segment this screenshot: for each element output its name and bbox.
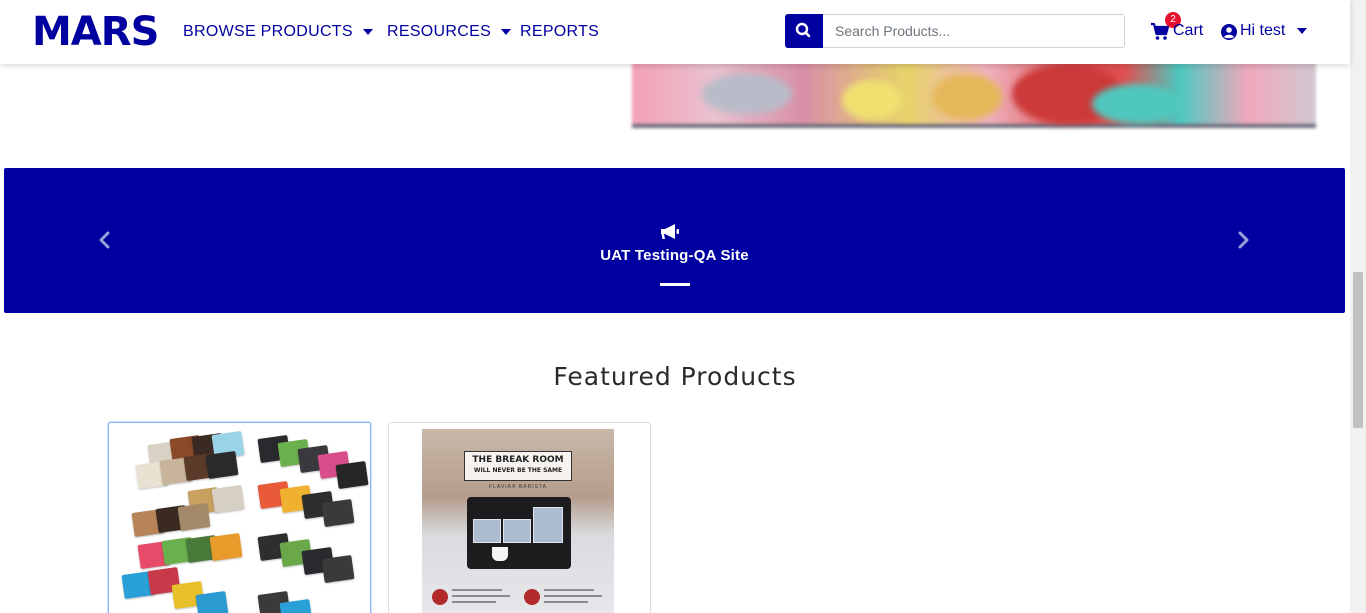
mars-logo[interactable]: MARS [32,12,159,52]
hero-image [632,64,1316,128]
chevron-down-icon [501,28,512,35]
scrollbar-thumb[interactable] [1353,272,1363,428]
page: MARS BROWSE PRODUCTS RESOURCES REPORTS 2 [0,0,1366,613]
nav-reports-label: REPORTS [520,23,600,40]
announcement-carousel: UAT Testing-QA Site [4,168,1345,313]
megaphone-icon [661,224,679,239]
page-scrollbar[interactable] [1350,0,1366,613]
featured-products-title: Featured Products [553,362,797,391]
search-button[interactable] [785,14,823,48]
product-card[interactable] [108,422,371,613]
user-greeting-text: Hi test [1240,22,1286,39]
break-room-poster-image: THE BREAK ROOM WILL NEVER BE THE SAME FL… [422,429,614,613]
chevron-down-icon [362,28,373,35]
search-icon [795,22,811,38]
poster-line-1: THE BREAK ROOM [472,455,564,465]
nav-resources[interactable]: RESOURCES [387,22,512,42]
carousel-indicator[interactable] [660,283,690,286]
chevron-down-icon [1297,27,1308,34]
nav-browse-products-label: BROWSE PRODUCTS [183,23,353,40]
nav-browse-products[interactable]: BROWSE PRODUCTS [183,22,373,42]
coffee-pack-assortment-image [109,423,370,613]
coffee-cup-icon [492,547,508,561]
top-navbar: MARS BROWSE PRODUCTS RESOURCES REPORTS 2 [0,0,1350,64]
coffee-feature-icon [432,589,448,605]
search-input[interactable] [823,14,1125,48]
poster-brand: FLAVIA® BARISTA [489,484,547,490]
tools-feature-icon [524,589,540,605]
hero-image-strip [0,64,1350,140]
product-card[interactable]: THE BREAK ROOM WILL NEVER BE THE SAME FL… [388,422,651,613]
nav-resources-label: RESOURCES [387,23,492,40]
poster-line-2: WILL NEVER BE THE SAME [473,467,563,474]
poster-headline: THE BREAK ROOM WILL NEVER BE THE SAME [464,451,572,481]
user-greeting: Hi test [1240,22,1308,40]
coffee-machine-illustration [467,497,571,569]
cart-label: Cart [1173,22,1204,39]
nav-reports[interactable]: REPORTS [520,22,599,42]
carousel-next-arrow-icon[interactable] [1233,230,1253,250]
announcement-text: UAT Testing-QA Site [600,247,749,264]
user-circle-icon [1221,24,1237,40]
